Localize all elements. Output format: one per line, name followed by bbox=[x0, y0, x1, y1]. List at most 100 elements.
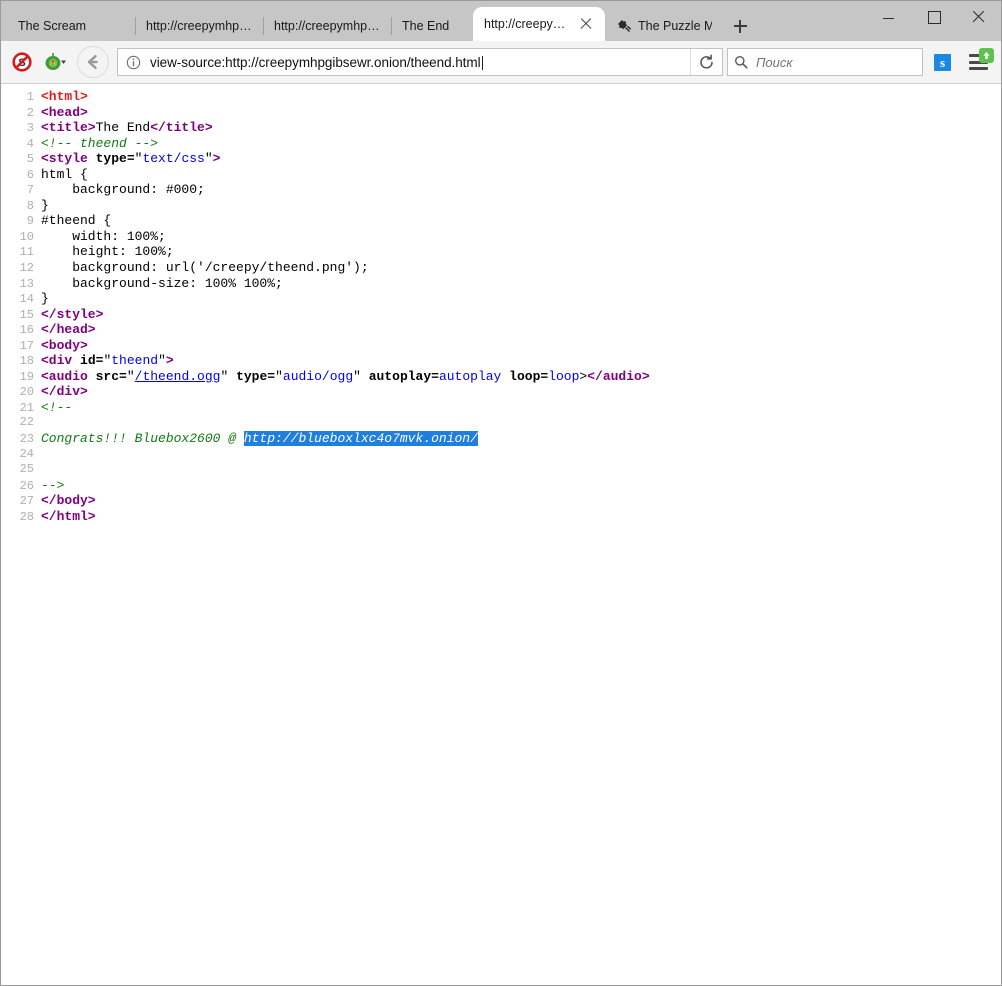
reload-icon bbox=[698, 54, 715, 71]
code-line: 11 height: 100%; bbox=[1, 244, 1001, 260]
line-number: 23 bbox=[1, 432, 41, 448]
code-token: " bbox=[127, 369, 135, 384]
code-line: 9#theend { bbox=[1, 213, 1001, 229]
tab-0[interactable]: The Scream bbox=[7, 11, 135, 41]
code-line: 13 background-size: 100% 100%; bbox=[1, 276, 1001, 292]
back-button[interactable] bbox=[77, 46, 109, 78]
maximize-button[interactable] bbox=[911, 1, 956, 33]
tab-label: http://creepymhp… bbox=[146, 19, 252, 33]
line-number: 28 bbox=[1, 510, 41, 526]
line-number: 26 bbox=[1, 479, 41, 495]
line-number: 25 bbox=[1, 462, 41, 478]
line-number: 22 bbox=[1, 415, 41, 431]
code-line: 20</div> bbox=[1, 384, 1001, 400]
code-text: } bbox=[41, 198, 49, 214]
hamburger-menu-icon[interactable] bbox=[961, 47, 995, 77]
line-number: 5 bbox=[1, 152, 41, 168]
code-text: } bbox=[41, 291, 49, 307]
tab-close-button[interactable] bbox=[577, 15, 595, 33]
line-number: 27 bbox=[1, 494, 41, 510]
minimize-button[interactable] bbox=[866, 1, 911, 33]
tab-label: The End bbox=[402, 19, 449, 33]
code-text: </body> bbox=[41, 493, 96, 509]
code-token: <div bbox=[41, 353, 72, 368]
code-token: type= bbox=[228, 369, 275, 384]
tab-3[interactable]: The End bbox=[391, 11, 473, 41]
code-token: autoplay= bbox=[361, 369, 439, 384]
chevron-down-icon bbox=[61, 61, 66, 65]
source-link[interactable]: /theend.ogg bbox=[135, 369, 221, 384]
code-token: <head> bbox=[41, 105, 88, 120]
code-text: <body> bbox=[41, 338, 88, 354]
code-token: </html> bbox=[41, 509, 96, 524]
code-text: </style> bbox=[41, 307, 103, 323]
tab-2[interactable]: http://creepymhp… bbox=[263, 11, 391, 41]
code-text: </head> bbox=[41, 322, 96, 338]
code-line: 10 width: 100%; bbox=[1, 229, 1001, 245]
code-line: 22 bbox=[1, 415, 1001, 431]
code-token: } bbox=[41, 198, 49, 213]
code-line: 23Congrats!!! Bluebox2600 @ http://blueb… bbox=[1, 431, 1001, 447]
tab-separator bbox=[263, 17, 264, 35]
identity-info-icon[interactable] bbox=[118, 49, 148, 75]
code-token: --> bbox=[41, 478, 64, 493]
close-window-button[interactable] bbox=[956, 1, 1001, 33]
line-number: 7 bbox=[1, 183, 41, 199]
update-arrow-up-icon[interactable] bbox=[979, 48, 994, 63]
code-token: <!-- theend --> bbox=[41, 136, 158, 151]
code-line: 25 bbox=[1, 462, 1001, 478]
code-token: height: 100%; bbox=[41, 244, 174, 259]
code-token: autoplay bbox=[439, 369, 501, 384]
code-token: width: 100%; bbox=[41, 229, 166, 244]
code-line: 4<!-- theend --> bbox=[1, 136, 1001, 152]
code-token: > bbox=[213, 151, 221, 166]
puzzle-icon bbox=[616, 18, 632, 34]
s-extension-icon[interactable]: s bbox=[927, 47, 957, 77]
tab-4[interactable]: http://creepy… bbox=[473, 7, 605, 41]
code-token: <style bbox=[41, 151, 88, 166]
code-line: 17<body> bbox=[1, 338, 1001, 354]
reload-button[interactable] bbox=[690, 49, 722, 75]
code-line: 1<html> bbox=[1, 89, 1001, 105]
view-source-content[interactable]: 1<html>2<head>3<title>The End</title>4<!… bbox=[1, 84, 1001, 985]
new-tab-button[interactable] bbox=[725, 11, 755, 41]
code-token: </head> bbox=[41, 322, 96, 337]
source-code-listing: 1<html>2<head>3<title>The End</title>4<!… bbox=[1, 89, 1001, 524]
code-token: <title> bbox=[41, 120, 96, 135]
noscript-blocked-icon[interactable]: S bbox=[7, 47, 37, 77]
line-number: 6 bbox=[1, 168, 41, 184]
line-number: 20 bbox=[1, 385, 41, 401]
svg-text:!: ! bbox=[52, 60, 54, 67]
code-text: <div id="theend"> bbox=[41, 353, 174, 369]
address-bar[interactable]: view-source:http://creepymhpgibsewr.onio… bbox=[117, 48, 723, 76]
search-input[interactable] bbox=[754, 54, 922, 71]
code-token: background-size: 100% 100%; bbox=[41, 276, 283, 291]
search-box[interactable] bbox=[727, 48, 923, 76]
line-number: 18 bbox=[1, 354, 41, 370]
line-number: 15 bbox=[1, 308, 41, 324]
code-token: #theend { bbox=[41, 213, 111, 228]
torbutton-onion-icon[interactable]: ! bbox=[37, 47, 73, 77]
code-text: #theend { bbox=[41, 213, 111, 229]
line-number: 19 bbox=[1, 370, 41, 386]
tab-1[interactable]: http://creepymhp… bbox=[135, 11, 263, 41]
selected-url-text: http://blueboxlxc4o7mvk.onion/ bbox=[244, 431, 478, 446]
line-number: 21 bbox=[1, 401, 41, 417]
address-bar-text[interactable]: view-source:http://creepymhpgibsewr.onio… bbox=[148, 55, 690, 70]
tab-5[interactable]: The Puzzle Ma… bbox=[605, 11, 723, 41]
code-line: 3<title>The End</title> bbox=[1, 120, 1001, 136]
code-token: html { bbox=[41, 167, 88, 182]
code-text: </html> bbox=[41, 509, 96, 525]
tab-label: The Puzzle Ma… bbox=[638, 19, 712, 33]
code-line: 6html { bbox=[1, 167, 1001, 183]
code-line: 16</head> bbox=[1, 322, 1001, 338]
back-arrow-icon bbox=[84, 53, 102, 71]
code-token: <audio bbox=[41, 369, 88, 384]
line-number: 4 bbox=[1, 137, 41, 153]
code-token: </title> bbox=[150, 120, 212, 135]
code-token: background: #000; bbox=[41, 182, 205, 197]
code-text: background-size: 100% 100%; bbox=[41, 276, 283, 292]
menu-line-3 bbox=[969, 67, 988, 70]
code-token: type= bbox=[88, 151, 135, 166]
code-token: </audio> bbox=[587, 369, 649, 384]
